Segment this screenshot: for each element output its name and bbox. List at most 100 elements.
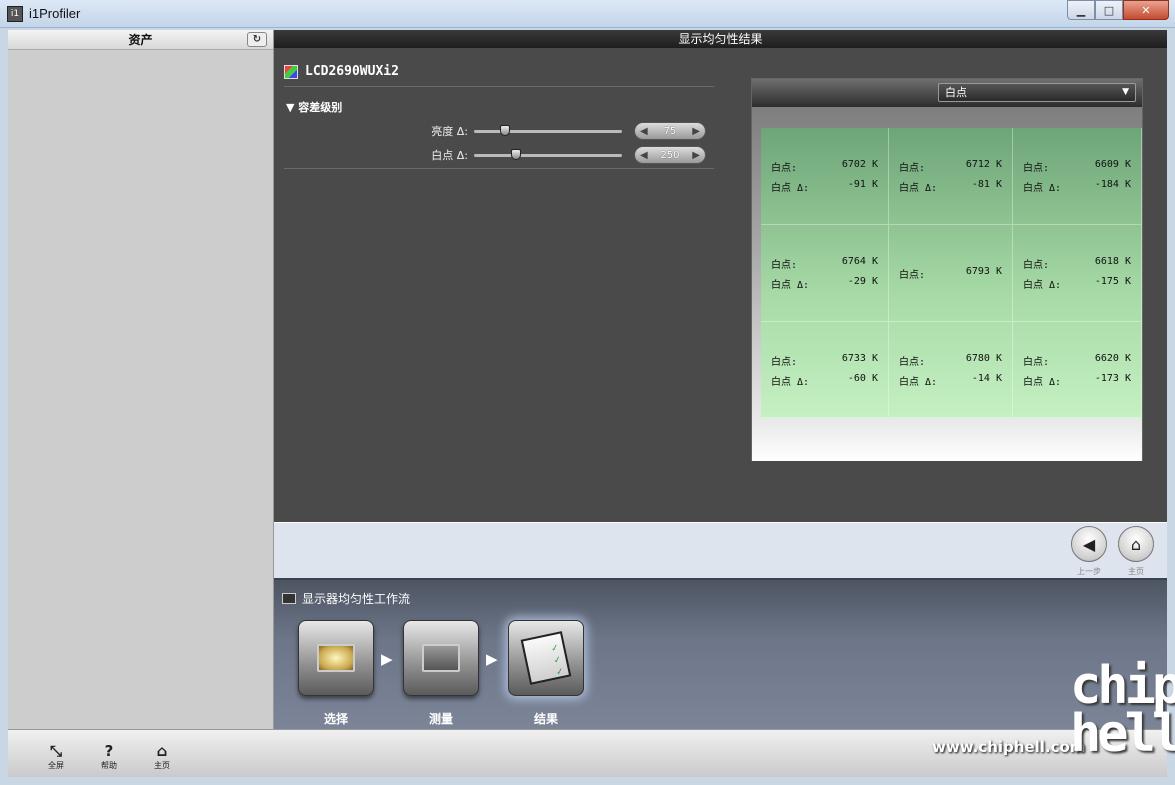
- cell-value: -173 K: [1094, 373, 1131, 384]
- tolerance-toggle[interactable]: ▼ 容差级别: [286, 99, 342, 115]
- brightness-label: 亮度 Δ:: [431, 125, 468, 138]
- cell-line: 白点 Δ: -81 K: [899, 179, 1002, 194]
- fullscreen-button[interactable]: ⤡ 全屏: [38, 742, 74, 771]
- cell-value: -60 K: [847, 373, 878, 384]
- cell-line: 白点 Δ: -175 K: [1023, 276, 1131, 291]
- step-arrow-icon: ▶: [381, 650, 393, 668]
- cell-line: 白点: 6764 K: [771, 256, 878, 271]
- main-panel: 显示均匀性结果 LCD2690WUXi2 ▼ 容差级别 亮度 Δ: ◀ 75 ▶…: [274, 30, 1167, 522]
- cell-label: 白点:: [1023, 357, 1050, 368]
- home-nav-button[interactable]: ⌂ 主页: [144, 742, 180, 771]
- back-button[interactable]: ◀: [1071, 526, 1107, 562]
- home-icon: ⌂: [156, 742, 168, 760]
- workflow-step-results[interactable]: [508, 620, 584, 696]
- cell-label: 白点:: [899, 270, 926, 281]
- step-arrow-icon: ▶: [486, 650, 498, 668]
- chevron-down-icon: ▼: [1122, 87, 1129, 97]
- divider: [284, 86, 714, 87]
- cell-value: 6793 K: [965, 266, 1002, 277]
- cell-value: -175 K: [1094, 276, 1131, 287]
- brightness-slider[interactable]: [474, 124, 622, 136]
- home-label: 主页: [1128, 567, 1144, 576]
- page-title: 显示均匀性结果: [274, 30, 1167, 48]
- whitepoint-slider[interactable]: [474, 148, 622, 160]
- cell-value: 6733 K: [841, 353, 878, 364]
- decrement-icon[interactable]: ◀: [640, 150, 648, 161]
- divider: [284, 168, 714, 169]
- cell-label: 白点:: [1023, 163, 1050, 174]
- back-label: 上一步: [1077, 567, 1101, 576]
- workflow-panel: 显示器均匀性工作流 ▶ 选择 ▶ 测量 结果: [274, 578, 1167, 729]
- uniformity-cell: 白点: 6733 K 白点 Δ: -60 K: [761, 322, 889, 418]
- back-arrow-icon: ◀: [1082, 534, 1096, 554]
- device-name: LCD2690WUXi2: [305, 64, 399, 79]
- decrement-icon[interactable]: ◀: [640, 126, 648, 137]
- cell-label: 白点:: [899, 357, 926, 368]
- fullscreen-label: 全屏: [48, 761, 64, 770]
- brightness-stepper[interactable]: ◀ 75 ▶: [634, 122, 706, 140]
- uniformity-cell: 白点: 6618 K 白点 Δ: -175 K: [1013, 225, 1142, 322]
- uniformity-cell: 白点: 6609 K 白点 Δ: -184 K: [1013, 128, 1142, 225]
- cell-line: 白点 Δ: -91 K: [771, 179, 878, 194]
- cell-value: -184 K: [1094, 179, 1131, 190]
- uniformity-result-panel: 白点 ▼ 白点: 6702 K 白点 Δ: -91 K 白点: 6712 K 白点 Δ: -8…: [751, 78, 1143, 461]
- refresh-icon[interactable]: ↻: [247, 32, 267, 47]
- watermark-url: www.chiphell.com: [932, 738, 1086, 756]
- cell-line: 白点 Δ: -173 K: [1023, 373, 1131, 388]
- cell-value: -29 K: [847, 276, 878, 287]
- whitepoint-stepper[interactable]: ◀ 250 ▶: [634, 146, 706, 164]
- home-button[interactable]: ⌂: [1118, 526, 1154, 562]
- app-icon: i1: [7, 6, 23, 22]
- cell-line: 白点: 6793 K: [899, 266, 1002, 281]
- window-title: i1Profiler: [29, 6, 81, 21]
- increment-icon[interactable]: ▶: [692, 126, 700, 137]
- cell-line: 白点: 6609 K: [1023, 159, 1131, 174]
- cell-label: 白点:: [771, 260, 798, 271]
- cell-label: 白点:: [771, 357, 798, 368]
- whitepoint-slider-thumb[interactable]: [511, 148, 522, 160]
- cell-value: 6702 K: [841, 159, 878, 170]
- maximize-button[interactable]: □: [1095, 0, 1123, 20]
- cell-line: 白点: 6618 K: [1023, 256, 1131, 271]
- cell-label: 白点 Δ:: [771, 280, 810, 291]
- whitepoint-value: 250: [660, 149, 680, 161]
- cell-label: 白点:: [1023, 260, 1050, 271]
- result-toolbar: 白点 ▼: [752, 79, 1142, 107]
- display-device-icon: [284, 64, 298, 79]
- brightness-slider-thumb[interactable]: [500, 124, 511, 136]
- cell-line: 白点: 6712 K: [899, 159, 1002, 174]
- workflow-step-select[interactable]: [298, 620, 374, 696]
- cell-value: 6712 K: [965, 159, 1002, 170]
- minimize-button[interactable]: ▁: [1067, 0, 1095, 20]
- whitepoint-slider-row: 白点 Δ: ◀ 250 ▶: [404, 146, 706, 164]
- cell-line: 白点 Δ: -14 K: [899, 373, 1002, 388]
- workflow-step-label: 测量: [428, 712, 453, 726]
- help-button[interactable]: ? 帮助: [91, 742, 127, 771]
- increment-icon[interactable]: ▶: [692, 150, 700, 161]
- uniformity-grid: 白点: 6702 K 白点 Δ: -91 K 白点: 6712 K 白点 Δ: -81 K 白点…: [761, 128, 1142, 418]
- cell-value: 6780 K: [965, 353, 1002, 364]
- cell-value: 6618 K: [1094, 256, 1131, 267]
- cell-value: 6609 K: [1094, 159, 1131, 170]
- cell-label: 白点:: [899, 163, 926, 174]
- cell-label: 白点 Δ:: [899, 183, 938, 194]
- cell-line: 白点: 6733 K: [771, 353, 878, 368]
- monitor-measure-icon: [422, 644, 460, 672]
- cell-value: 6764 K: [841, 256, 878, 267]
- metric-select[interactable]: 白点 ▼: [938, 83, 1136, 102]
- device-row: LCD2690WUXi2: [284, 64, 399, 79]
- workflow-step-label: 结果: [533, 712, 558, 726]
- uniformity-cell: 白点: 6764 K 白点 Δ: -29 K: [761, 225, 889, 322]
- metric-select-value: 白点: [945, 86, 967, 99]
- close-button[interactable]: ✕: [1123, 0, 1169, 20]
- uniformity-cell: 白点: 6620 K 白点 Δ: -173 K: [1013, 322, 1142, 418]
- window-controls: ▁ □ ✕: [1067, 0, 1169, 20]
- workflow-title: 显示器均匀性工作流: [302, 592, 411, 606]
- monitor-icon: [282, 593, 296, 604]
- workflow-step-measure[interactable]: [403, 620, 479, 696]
- assets-pane: 资产 ↻: [8, 30, 274, 729]
- cell-label: 白点 Δ:: [1023, 280, 1062, 291]
- fullscreen-icon: ⤡: [49, 742, 62, 760]
- cell-line: 白点: 6780 K: [899, 353, 1002, 368]
- assets-header: 资产 ↻: [8, 30, 273, 50]
